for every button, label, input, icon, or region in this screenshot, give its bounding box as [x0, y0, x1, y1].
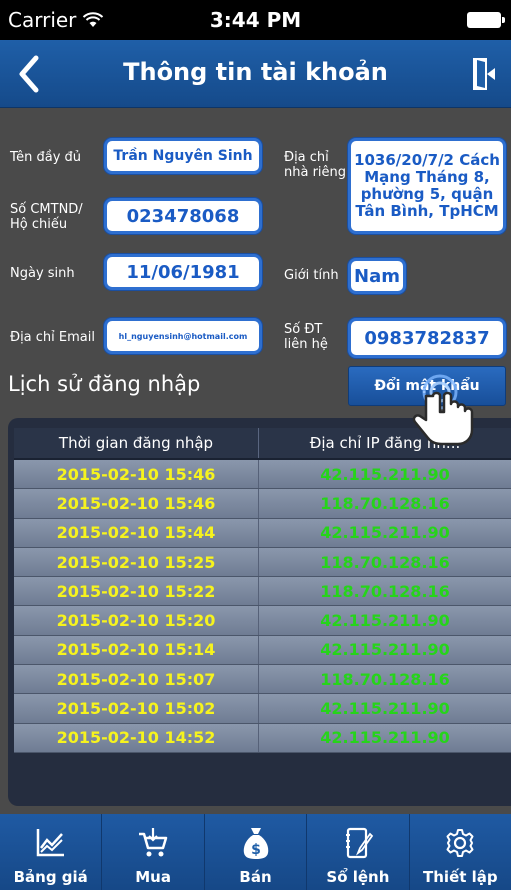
chart-icon — [36, 829, 64, 857]
id-label-line1: Số CMTND/ — [10, 202, 83, 217]
full-name-field[interactable]: Trần Nguyên Sinh — [104, 138, 262, 174]
tab-label: Mua — [135, 868, 171, 886]
phone-label-line2: liên hệ — [284, 337, 328, 352]
id-number-label: Số CMTND/ Hộ chiếu — [10, 202, 83, 232]
email-field[interactable]: hl_nguyensinh@hotmail.com — [104, 318, 262, 354]
tab-label: Sổ lệnh — [326, 868, 390, 886]
dob-field[interactable]: 11/06/1981 — [104, 254, 262, 290]
login-time-cell: 2015-02-10 15:14 — [14, 635, 259, 665]
gender-label: Giới tính — [284, 268, 339, 283]
ip-address-cell: 42.115.211.90 — [320, 699, 450, 719]
phone-label-line1: Số ĐT — [284, 322, 323, 337]
ip-address-cell: 42.115.211.90 — [320, 640, 450, 660]
column-login-time: Thời gian đăng nhập — [14, 428, 259, 458]
notebook-icon — [345, 827, 374, 859]
full-name-label: Tên đầy đủ — [10, 150, 82, 165]
ip-address-cell: 42.115.211.90 — [320, 464, 450, 484]
table-row: 2015-02-10 15:46 118.70.128.16 — [14, 489, 511, 519]
table-row: 2015-02-10 15:14 42.115.211.90 — [14, 635, 511, 666]
tab-settings[interactable]: Thiết lập — [410, 814, 511, 890]
table-row: 2015-02-10 15:25 118.70.128.16 — [14, 547, 511, 578]
login-time-cell: 2015-02-10 15:46 — [14, 489, 259, 518]
status-bar: Carrier 3:44 PM — [0, 0, 511, 40]
login-time-cell: 2015-02-10 15:20 — [14, 606, 259, 635]
status-time: 3:44 PM — [209, 8, 302, 32]
ip-address-cell: 42.115.211.90 — [320, 728, 450, 748]
tab-price-board[interactable]: Bảng giá — [0, 814, 103, 890]
tab-order-book[interactable]: Sổ lệnh — [307, 814, 410, 890]
cart-icon — [139, 828, 168, 857]
login-time-cell: 2015-02-10 15:02 — [14, 694, 259, 723]
money-bag-icon: $ — [243, 828, 268, 859]
tab-label: Bảng giá — [13, 868, 88, 886]
address-field[interactable]: 1036/20/7/2 Cách Mạng Tháng 8, phường 5,… — [348, 138, 506, 234]
gender-field[interactable]: Nam — [348, 258, 406, 294]
phone-field[interactable]: 0983782837 — [348, 318, 506, 358]
login-time-cell: 2015-02-10 14:52 — [14, 723, 259, 752]
login-history-table: Thời gian đăng nhập Địa chỉ IP đăng nh..… — [14, 428, 511, 753]
id-label-line2: Hộ chiếu — [10, 217, 68, 232]
nav-bar: Thông tin tài khoản — [0, 40, 511, 108]
ip-address-cell: 118.70.128.16 — [320, 669, 450, 689]
table-row: 2015-02-10 14:52 42.115.211.90 — [14, 723, 511, 753]
address-label-line2: nhà riêng — [284, 165, 347, 180]
email-label: Địa chỉ Email — [10, 330, 95, 345]
address-label: Địa chỉ nhà riêng — [284, 150, 346, 180]
ip-address-cell: 118.70.128.16 — [320, 493, 450, 513]
svg-text:$: $ — [251, 842, 261, 858]
tab-label: Thiết lập — [423, 868, 498, 886]
login-time-cell: 2015-02-10 15:46 — [14, 460, 259, 489]
ip-address-cell: 42.115.211.90 — [320, 611, 450, 631]
table-row: 2015-02-10 15:20 42.115.211.90 — [14, 606, 511, 636]
dob-label: Ngày sinh — [10, 266, 75, 281]
phone-label: Số ĐT liên hệ — [284, 322, 328, 352]
table-row: 2015-02-10 15:44 42.115.211.90 — [14, 518, 511, 548]
login-time-cell: 2015-02-10 15:07 — [14, 665, 259, 694]
login-time-cell: 2015-02-10 15:22 — [14, 577, 259, 606]
gear-icon — [446, 829, 474, 857]
hand-pointer-icon — [412, 374, 474, 446]
address-label-line1: Địa chỉ — [284, 150, 329, 165]
page-title: Thông tin tài khoản — [123, 58, 388, 86]
tab-buy[interactable]: Mua — [102, 814, 205, 890]
login-time-cell: 2015-02-10 15:44 — [14, 518, 259, 547]
login-time-cell: 2015-02-10 15:25 — [14, 547, 259, 577]
id-number-field[interactable]: 023478068 — [104, 198, 262, 234]
ip-address-cell: 118.70.128.16 — [320, 581, 450, 601]
logout-icon[interactable] — [469, 56, 499, 92]
tab-sell[interactable]: $ Bán — [205, 814, 308, 890]
bottom-tab-bar: Bảng giá Mua $ Bán Sổ lệnh Thiết lập — [0, 814, 511, 890]
table-row: 2015-02-10 15:46 42.115.211.90 — [14, 460, 511, 490]
table-body: 2015-02-10 15:46 42.115.211.90 2015-02-10 … — [14, 460, 511, 753]
table-row: 2015-02-10 15:22 118.70.128.16 — [14, 577, 511, 607]
ip-address-cell: 42.115.211.90 — [320, 523, 450, 543]
ip-address-cell: 118.70.128.16 — [320, 552, 450, 572]
tab-label: Bán — [239, 868, 272, 886]
table-row: 2015-02-10 15:07 118.70.128.16 — [14, 665, 511, 695]
table-row: 2015-02-10 15:02 42.115.211.90 — [14, 694, 511, 724]
login-history-title: Lịch sử đăng nhập — [8, 372, 201, 396]
battery-icon — [467, 12, 505, 28]
